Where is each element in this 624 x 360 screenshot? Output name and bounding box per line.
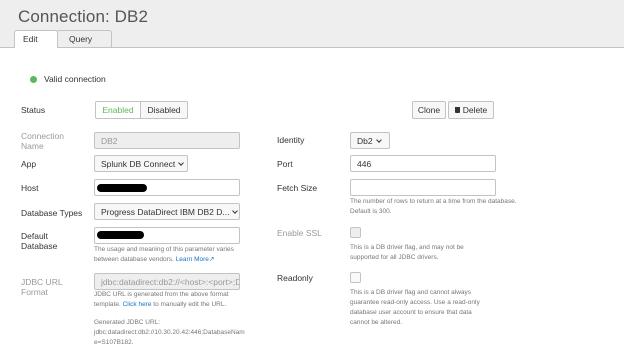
default-database-help: The usage and meaning of this parameter … — [94, 245, 234, 265]
help-text: template. — [94, 301, 121, 308]
identity-dropdown[interactable]: Db2 — [350, 132, 390, 149]
learn-more-link[interactable]: Learn More — [176, 256, 209, 263]
tab-query[interactable]: Query — [56, 30, 112, 47]
app-dropdown[interactable]: Splunk DB Connect — [94, 155, 188, 172]
status-label: Status — [21, 105, 46, 115]
status-disabled-button[interactable]: Disabled — [140, 101, 188, 119]
identity-value: Db2 — [357, 136, 373, 146]
connection-name-label: Connection Name — [21, 131, 65, 151]
delete-label: Delete — [462, 105, 488, 115]
enable-ssl-label: Enable SSL — [277, 228, 322, 238]
help-line: JDBC URL is generated from the above for… — [94, 291, 229, 298]
generated-url-value: jdbc:datadirect:db2://10.30.20.42:446;Da… — [94, 329, 245, 336]
port-input[interactable]: 446 — [350, 155, 496, 172]
tab-edit[interactable]: Edit — [14, 30, 58, 48]
page-header: Connection: DB2 Query Edit — [0, 0, 624, 48]
jdbc-url-label: JDBC URL Format — [21, 277, 63, 297]
jdbc-url-help: JDBC URL is generated from the above for… — [94, 290, 245, 348]
delete-button[interactable]: Delete — [448, 101, 494, 119]
validation-text: Valid connection — [44, 74, 106, 84]
clone-button[interactable]: Clone — [412, 101, 446, 119]
chevron-down-icon — [232, 208, 239, 214]
help-line: This is a DB driver flag and cannot alwa… — [350, 289, 472, 296]
help-line: cannot be altered. — [350, 319, 403, 326]
redaction-mark — [97, 184, 147, 192]
connection-name-input: DB2 — [94, 132, 240, 149]
help-line: supported for all JDBC drivers. — [350, 254, 439, 261]
trash-icon — [454, 107, 460, 113]
default-database-label: Default Database — [21, 231, 58, 251]
fetch-size-label: Fetch Size — [277, 183, 318, 193]
database-types-dropdown[interactable]: Progress DataDirect IBM DB2 D... — [94, 203, 240, 220]
enable-ssl-help: This is a DB driver flag, and may not be… — [350, 243, 464, 263]
click-here-link[interactable]: Click here — [123, 301, 152, 308]
redaction-mark — [97, 231, 144, 239]
help-line: database user account to ensure that dat… — [350, 309, 472, 316]
tab-divider — [0, 47, 624, 48]
enable-ssl-checkbox — [350, 227, 361, 238]
chevron-down-icon — [375, 137, 382, 143]
generated-url-value: e=S107B182. — [94, 339, 134, 346]
host-label: Host — [21, 183, 39, 193]
validation-status: Valid connection — [30, 74, 106, 84]
chevron-down-icon — [178, 160, 185, 166]
help-line: The number of rows to return at a time f… — [350, 198, 517, 205]
readonly-label: Readonly — [277, 273, 313, 283]
database-types-value: Progress DataDirect IBM DB2 D... — [101, 207, 230, 217]
fetch-size-help: The number of rows to return at a time f… — [350, 197, 517, 217]
help-line: guarantee read-only access. Use a read-o… — [350, 299, 480, 306]
help-line: This is a DB driver flag, and may not be — [350, 244, 464, 251]
port-label: Port — [277, 159, 293, 169]
app-label: App — [21, 159, 37, 169]
external-link-icon: ↗ — [208, 256, 215, 263]
help-line: Default is 300. — [350, 208, 392, 215]
help-text: to manually edit the URL. — [153, 301, 227, 308]
readonly-help: This is a DB driver flag and cannot alwa… — [350, 288, 480, 328]
help-line: The usage and meaning of this parameter … — [94, 246, 234, 253]
page-title: Connection: DB2 — [18, 7, 149, 26]
status-enabled-button[interactable]: Enabled — [95, 101, 141, 119]
identity-label: Identity — [277, 135, 305, 145]
help-line: between database vendors. — [94, 256, 174, 263]
app-value: Splunk DB Connect — [101, 159, 176, 169]
generated-url-label: Generated JDBC URL: — [94, 319, 161, 326]
fetch-size-input[interactable] — [350, 179, 496, 196]
database-types-label: Database Types — [21, 208, 83, 218]
jdbc-url-input: jdbc:datadirect:db2://<host>:<port>;Data — [94, 273, 240, 290]
valid-status-icon — [30, 75, 37, 83]
readonly-checkbox[interactable] — [350, 272, 361, 283]
